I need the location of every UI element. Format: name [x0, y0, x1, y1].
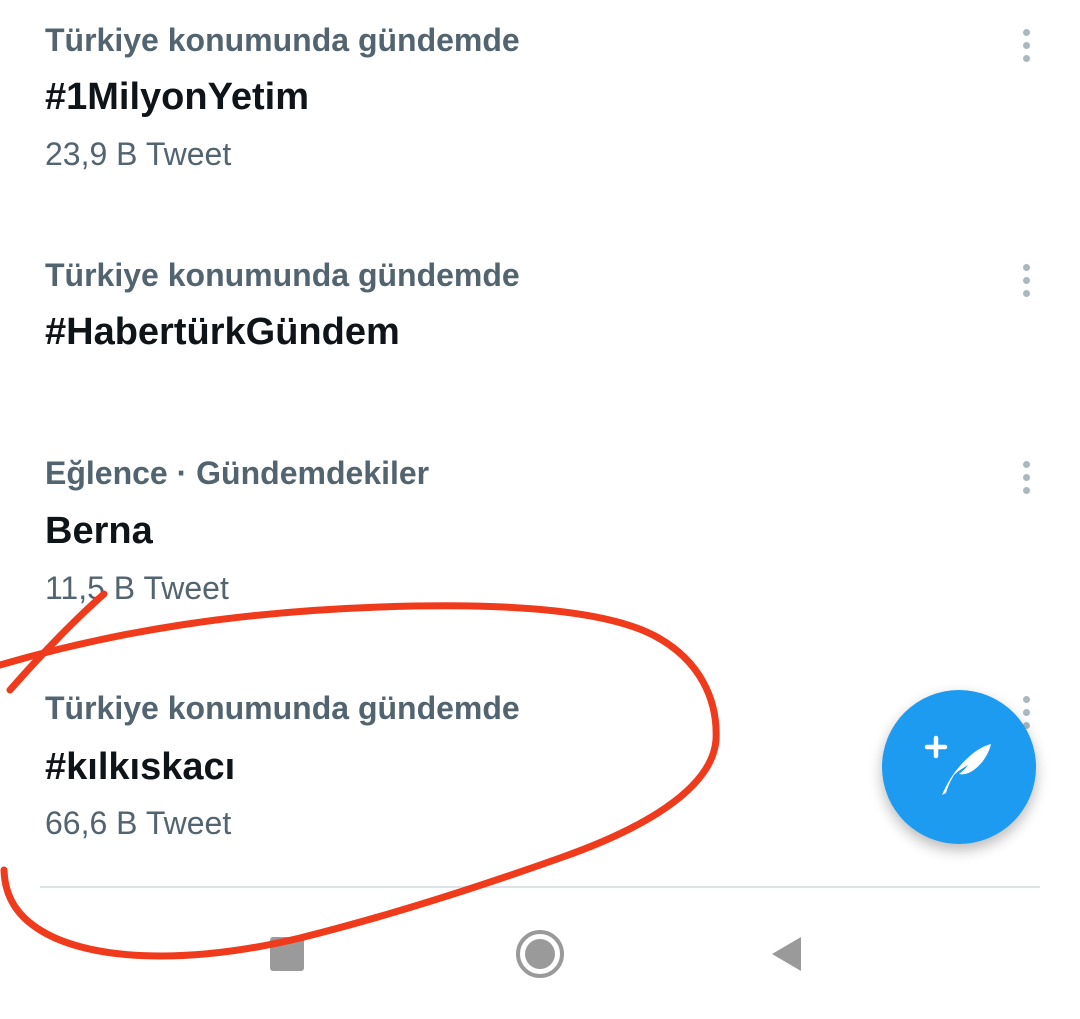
home-icon: [516, 929, 564, 978]
trend-context: Türkiye konumunda gündemde: [45, 22, 520, 58]
trend-context: Eğlence · Gündemdekiler: [45, 455, 430, 491]
trends-screen: Türkiye konumunda gündemde #1MilyonYetim…: [0, 0, 1080, 1019]
trend-topic: #HabertürkGündem: [45, 311, 400, 353]
trend-tweet-count: 11,5 B Tweet: [45, 570, 229, 606]
trend-context: Türkiye konumunda gündemde: [45, 257, 520, 293]
home-button[interactable]: [480, 888, 600, 1019]
system-navigation-bar: [0, 888, 1080, 1019]
back-icon: [772, 936, 801, 971]
trend-item[interactable]: Eğlence · Gündemdekiler Berna 11,5 B Twe…: [0, 435, 1080, 650]
more-vertical-icon[interactable]: [1006, 25, 1046, 65]
recents-icon: [270, 936, 304, 971]
trend-topic: #1MilyonYetim: [45, 76, 309, 118]
more-vertical-icon[interactable]: [1006, 260, 1046, 300]
trend-tweet-count: 23,9 B Tweet: [45, 136, 232, 172]
recents-button[interactable]: [227, 888, 347, 1019]
trend-item[interactable]: Türkiye konumunda gündemde #HabertürkGün…: [0, 215, 1080, 435]
trend-tweet-count: 66,6 B Tweet: [45, 805, 232, 841]
back-button[interactable]: [727, 888, 847, 1019]
trend-topic: Berna: [45, 510, 153, 552]
trend-item[interactable]: Türkiye konumunda gündemde #1MilyonYetim…: [0, 0, 1080, 215]
compose-tweet-icon: [924, 735, 991, 795]
trend-context: Türkiye konumunda gündemde: [45, 690, 520, 726]
compose-tweet-button[interactable]: [882, 690, 1036, 844]
trend-topic: #kılkıskacı: [45, 746, 236, 788]
more-vertical-icon[interactable]: [1006, 457, 1046, 497]
